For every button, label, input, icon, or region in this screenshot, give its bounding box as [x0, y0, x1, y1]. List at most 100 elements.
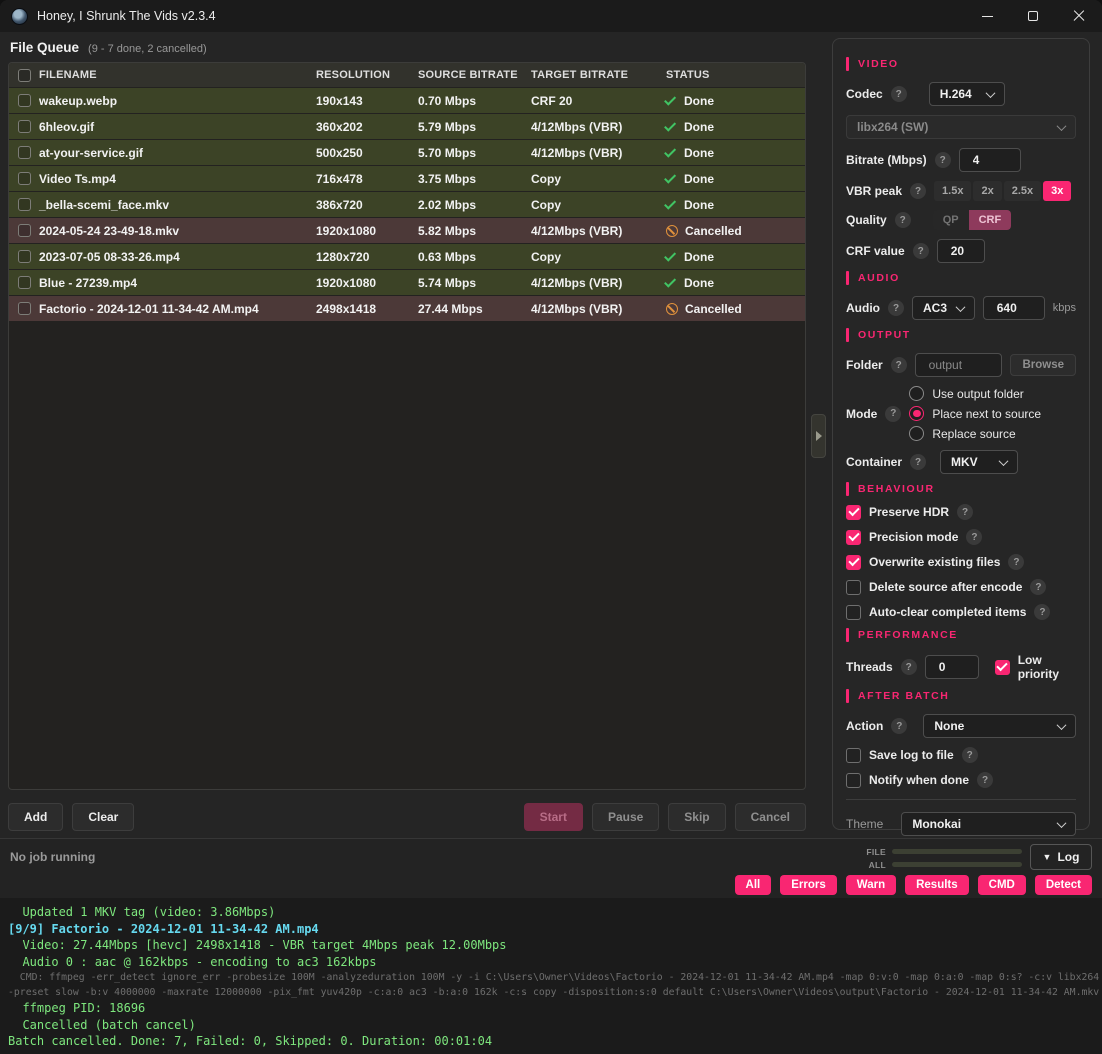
select-all-checkbox[interactable] [18, 69, 31, 82]
check-overwrite-existing[interactable]: Overwrite existing files ? [846, 554, 1076, 570]
check-precision-mode[interactable]: Precision mode ? [846, 529, 1076, 545]
browse-button[interactable]: Browse [1010, 354, 1076, 376]
vbr-option[interactable]: 2x [973, 181, 1001, 201]
help-icon[interactable]: ? [913, 243, 929, 259]
queue-counter: (9 - 7 done, 2 cancelled) [88, 43, 207, 55]
row-checkbox[interactable] [18, 276, 31, 289]
vbr-option-selected[interactable]: 3x [1043, 181, 1071, 201]
filter-cmd-button[interactable]: CMD [978, 875, 1026, 895]
folder-input[interactable] [915, 353, 1003, 377]
table-row[interactable]: wakeup.webp 190x143 0.70 Mbps CRF 20 Don… [9, 88, 805, 113]
help-icon[interactable]: ? [910, 454, 926, 470]
help-icon[interactable]: ? [885, 406, 901, 422]
table-row[interactable]: Video Ts.mp4 716x478 3.75 Mbps Copy Done [9, 166, 805, 191]
audio-bitrate-input[interactable] [983, 296, 1045, 320]
encoder-select[interactable]: libx264 (SW) [846, 115, 1076, 139]
chevron-down-icon [1057, 121, 1067, 131]
table-row[interactable]: at-your-service.gif 500x250 5.70 Mbps 4/… [9, 140, 805, 165]
filter-errors-button[interactable]: Errors [780, 875, 837, 895]
row-checkbox[interactable] [18, 198, 31, 211]
row-checkbox[interactable] [18, 250, 31, 263]
quality-option-crf[interactable]: CRF [969, 210, 1012, 230]
bitrate-label: Bitrate (Mbps) [846, 153, 927, 167]
help-icon[interactable]: ? [910, 183, 926, 199]
help-icon[interactable]: ? [1034, 604, 1050, 620]
filter-detect-button[interactable]: Detect [1035, 875, 1092, 895]
table-row[interactable]: Factorio - 2024-12-01 11-34-42 AM.mp4 24… [9, 296, 805, 321]
cell-resolution: 1920x1080 [316, 224, 418, 238]
threads-input[interactable] [925, 655, 979, 679]
row-checkbox[interactable] [18, 146, 31, 159]
cancel-button[interactable]: Cancel [735, 803, 806, 831]
quality-option-qp[interactable]: QP [933, 210, 969, 230]
table-row[interactable]: 2024-05-24 23-49-18.mkv 1920x1080 5.82 M… [9, 218, 805, 243]
help-icon[interactable]: ? [957, 504, 973, 520]
codec-select[interactable]: H.264 [929, 82, 1005, 106]
clear-button[interactable]: Clear [72, 803, 134, 831]
log-line: ffmpeg PID: 18696 [8, 1000, 1102, 1017]
help-icon[interactable]: ? [895, 212, 911, 228]
help-icon[interactable]: ? [901, 659, 917, 675]
mode-option-use-output-folder[interactable]: Use output folder [909, 386, 1041, 401]
help-icon[interactable]: ? [891, 718, 907, 734]
pause-button[interactable]: Pause [592, 803, 659, 831]
job-status-message: No job running [10, 850, 95, 864]
cancelled-icon [666, 303, 678, 315]
check-preserve-hdr[interactable]: Preserve HDR ? [846, 504, 1076, 520]
threads-label: Threads [846, 660, 893, 674]
cell-resolution: 360x202 [316, 120, 418, 134]
row-checkbox[interactable] [18, 94, 31, 107]
table-row[interactable]: _bella-scemi_face.mkv 386x720 2.02 Mbps … [9, 192, 805, 217]
check-icon [664, 171, 676, 183]
minimize-button[interactable] [964, 0, 1010, 32]
maximize-button[interactable] [1010, 0, 1056, 32]
mode-option-replace-source[interactable]: Replace source [909, 426, 1041, 441]
sidebar-collapse-handle[interactable] [811, 414, 826, 458]
check-label: Preserve HDR [869, 505, 949, 519]
log-console[interactable]: Updated 1 MKV tag (video: 3.86Mbps) [9/9… [0, 898, 1102, 1054]
table-header-row: FILENAME RESOLUTION SOURCE BITRATE TARGE… [9, 63, 805, 87]
help-icon[interactable]: ? [888, 300, 904, 316]
row-checkbox[interactable] [18, 224, 31, 237]
check-delete-source[interactable]: Delete source after encode ? [846, 579, 1076, 595]
table-row[interactable]: 2023-07-05 08-33-26.mp4 1280x720 0.63 Mb… [9, 244, 805, 269]
queue-title: File Queue [10, 40, 79, 55]
action-select[interactable]: None [923, 714, 1076, 738]
row-checkbox[interactable] [18, 172, 31, 185]
column-header-source-bitrate: SOURCE BITRATE [418, 69, 531, 81]
log-toggle-button[interactable]: ▼ Log [1030, 844, 1092, 870]
row-checkbox[interactable] [18, 302, 31, 315]
table-row[interactable]: 6hleov.gif 360x202 5.79 Mbps 4/12Mbps (V… [9, 114, 805, 139]
check-low-priority[interactable]: Low priority [995, 653, 1076, 681]
row-checkbox[interactable] [18, 120, 31, 133]
mode-option-place-next-to-source[interactable]: Place next to source [909, 406, 1041, 421]
help-icon[interactable]: ? [1030, 579, 1046, 595]
help-icon[interactable]: ? [966, 529, 982, 545]
crf-value-input[interactable] [937, 239, 985, 263]
filter-warn-button[interactable]: Warn [846, 875, 896, 895]
help-icon[interactable]: ? [1008, 554, 1024, 570]
filter-all-button[interactable]: All [735, 875, 772, 895]
vbr-option[interactable]: 2.5x [1004, 181, 1041, 201]
start-button[interactable]: Start [524, 803, 583, 831]
bitrate-input[interactable] [959, 148, 1021, 172]
help-icon[interactable]: ? [891, 357, 907, 373]
section-bar-icon [846, 328, 849, 342]
help-icon[interactable]: ? [935, 152, 951, 168]
audio-codec-select[interactable]: AC3 [912, 296, 975, 320]
table-row[interactable]: Blue - 27239.mp4 1920x1080 5.74 Mbps 4/1… [9, 270, 805, 295]
check-save-log[interactable]: Save log to file ? [846, 747, 1076, 763]
check-auto-clear[interactable]: Auto-clear completed items ? [846, 604, 1076, 620]
vbr-option[interactable]: 1.5x [934, 181, 971, 201]
close-button[interactable] [1056, 0, 1102, 32]
theme-select[interactable]: Monokai [901, 812, 1076, 836]
container-select[interactable]: MKV [940, 450, 1018, 474]
skip-button[interactable]: Skip [668, 803, 725, 831]
add-button[interactable]: Add [8, 803, 63, 831]
help-icon[interactable]: ? [962, 747, 978, 763]
help-icon[interactable]: ? [977, 772, 993, 788]
check-notify-done[interactable]: Notify when done ? [846, 772, 1076, 788]
help-icon[interactable]: ? [891, 86, 907, 102]
cell-target-bitrate: 4/12Mbps (VBR) [531, 120, 666, 134]
filter-results-button[interactable]: Results [905, 875, 969, 895]
